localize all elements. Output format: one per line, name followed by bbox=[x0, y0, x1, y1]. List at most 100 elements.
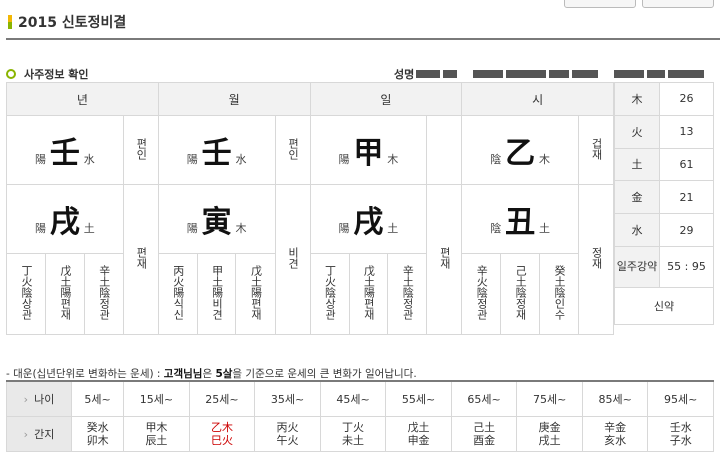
strength-label: 일주강약 bbox=[614, 245, 660, 288]
daewoon-ganji: 戊土 申金 bbox=[385, 416, 452, 452]
hidden-stem: 丁火陰상관 bbox=[323, 265, 337, 320]
branch-cell: 陽 寅 木 bbox=[157, 184, 276, 254]
top-button-right[interactable] bbox=[642, 0, 714, 8]
branch-element: 土 bbox=[538, 222, 550, 235]
hidden-stem: 辛土陰정관 bbox=[97, 265, 111, 320]
branch-yinyang: 陽 bbox=[338, 222, 350, 235]
daewoon-age: 95세~ bbox=[647, 380, 714, 417]
page-title: 2015 신토정비결 bbox=[8, 12, 126, 32]
stem-yinyang: 陰 bbox=[490, 153, 502, 166]
stem-god: 편인 bbox=[274, 115, 311, 185]
hidden-stem: 戊土陽편재 bbox=[362, 265, 376, 320]
hidden-stem: 戊土陽편재 bbox=[249, 265, 263, 320]
stem-row: 陽 壬 水 편인 陽 壬 水 편인 陽 甲 木陰 乙 木 겁재 bbox=[6, 115, 614, 185]
saju-header-row: 년 월 일 시 bbox=[6, 82, 614, 116]
element-row: 火 13 bbox=[614, 114, 714, 149]
stem-yinyang: 陽 bbox=[338, 153, 350, 166]
hidden-stem: 丙火陽식신 bbox=[171, 265, 185, 320]
element-value: 29 bbox=[659, 213, 714, 247]
branch-char: 丑 bbox=[505, 205, 536, 240]
stem-cell: 陰 乙 木 bbox=[461, 115, 579, 185]
ganji-row-header: › 간지 bbox=[6, 416, 72, 452]
hidden-stem-row: 丁火陰상관 戊土陽편재 辛土陰정관 丙火陽식신 甲土陽비견 戊土陽편재 丁火陰상관 戊土陽편재… bbox=[6, 253, 614, 335]
branch-row: 陽 戌 土 편재 陽 寅 木 비견 陽 戌 土 편재 陰 丑 土 정재 bbox=[6, 184, 614, 335]
daewoon-age: 25세~ bbox=[188, 380, 256, 417]
stem-element: 木 bbox=[387, 153, 399, 166]
daewoon-ganji: 丁火 未土 bbox=[319, 416, 387, 452]
age-row: › 나이 5세~ 15세~ 25세~ 35세~ 45세~ 55세~ 65세~ 75세~ 85세~ 9… bbox=[6, 380, 714, 417]
branch-char: 寅 bbox=[201, 205, 232, 240]
saju-table: 년 월 일 시 陽 壬 水 편인 陽 壬 水 편인 陽 甲 木陰 乙 木 겁재 陽 戌 土편… bbox=[6, 82, 614, 335]
element-label: 水 bbox=[614, 213, 660, 247]
branch-element: 木 bbox=[235, 222, 247, 235]
hidden-stem: 辛火陰정관 bbox=[475, 265, 489, 320]
daewoon-age: 75세~ bbox=[516, 380, 583, 417]
top-button-left[interactable] bbox=[564, 0, 636, 8]
hidden-stem: 戊土陽편재 bbox=[58, 265, 72, 320]
stem-god: 편인 bbox=[122, 115, 159, 185]
branch-char: 戌 bbox=[49, 205, 80, 240]
branch-cell: 陰 丑 土 bbox=[461, 184, 579, 254]
title-divider bbox=[6, 38, 720, 40]
branch-cell: 陽 戌 土 bbox=[309, 184, 428, 254]
header-hour: 시 bbox=[461, 82, 614, 116]
daewoon-ganji: 辛金 亥水 bbox=[581, 416, 649, 452]
stem-god bbox=[426, 115, 463, 185]
branch-god: 편재 bbox=[426, 184, 463, 335]
daewoon-ganji: 乙木 巳火 bbox=[188, 416, 256, 452]
daewoon-age: 85세~ bbox=[581, 380, 649, 417]
ganji-row: › 간지 癸水 卯木 甲木 辰土 乙木 巳火 丙火 午火 丁火 未土 戊土 申金 己土 酉金 庚金 戌土 辛金 亥水… bbox=[6, 416, 714, 452]
hidden-stem: 甲土陽비견 bbox=[210, 265, 224, 320]
daewoon-age: 5세~ bbox=[70, 380, 125, 417]
element-label: 火 bbox=[614, 114, 660, 149]
element-row: 水 29 bbox=[614, 213, 714, 247]
branch-char: 戌 bbox=[353, 205, 384, 240]
section-header: 사주정보 확인 bbox=[6, 66, 89, 82]
branch-god: 비견 bbox=[274, 184, 311, 335]
daewoon-age: 35세~ bbox=[254, 380, 321, 417]
stem-element: 木 bbox=[538, 153, 550, 166]
element-label: 土 bbox=[614, 147, 660, 182]
hidden-stem: 癸土陰인수 bbox=[552, 265, 566, 320]
stem-god: 겁재 bbox=[578, 115, 614, 185]
daewoon-ganji: 壬水 子水 bbox=[647, 416, 714, 452]
hidden-stem: 己土陰정재 bbox=[514, 265, 528, 320]
stem-cell: 陽 壬 水 bbox=[6, 115, 124, 185]
branch-yinyang: 陽 bbox=[35, 222, 47, 235]
header-day: 일 bbox=[309, 82, 463, 116]
strength-row: 일주강약 55 : 95 bbox=[614, 245, 714, 288]
daewoon-note: - 대운(십년단위로 변화하는 운세) : 고객님님은 5살을 기준으로 운세의… bbox=[6, 368, 417, 380]
five-elements-table: 木 26 火 13 土 61 金 21 水 29 일주강약 55 : 95 신약 bbox=[614, 82, 714, 325]
stem-yinyang: 陽 bbox=[35, 153, 47, 166]
title-bar-icon bbox=[8, 15, 12, 29]
stem-char: 壬 bbox=[201, 136, 232, 171]
branch-element: 土 bbox=[387, 222, 399, 235]
element-value: 13 bbox=[659, 114, 714, 149]
age-row-header: › 나이 bbox=[6, 380, 72, 417]
redacted-name bbox=[416, 70, 705, 78]
branch-cell: 陽 戌 土 bbox=[6, 184, 124, 254]
branch-yinyang: 陽 bbox=[186, 222, 198, 235]
daewoon-age: 55세~ bbox=[385, 380, 452, 417]
header-month: 월 bbox=[157, 82, 311, 116]
element-label: 木 bbox=[614, 82, 660, 116]
strength-result: 신약 bbox=[614, 286, 714, 325]
branch-god: 정재 bbox=[578, 184, 614, 335]
chevron-right-icon: › bbox=[23, 393, 29, 406]
stem-element: 水 bbox=[235, 153, 247, 166]
stem-char: 壬 bbox=[49, 136, 80, 171]
element-row: 金 21 bbox=[614, 180, 714, 215]
element-label: 金 bbox=[614, 180, 660, 215]
daewoon-age: 15세~ bbox=[123, 380, 190, 417]
stem-cell: 陽 甲 木 bbox=[309, 115, 428, 185]
strength-value: 55 : 95 bbox=[659, 245, 714, 288]
strength-result-row: 신약 bbox=[614, 286, 714, 325]
hidden-stems: 丁火陰상관 戊土陽편재 辛土陰정관 bbox=[309, 253, 428, 335]
header-year: 년 bbox=[6, 82, 159, 116]
daewoon-ganji: 丙火 午火 bbox=[254, 416, 321, 452]
element-value: 61 bbox=[659, 147, 714, 182]
hidden-stem: 辛土陰정관 bbox=[401, 265, 415, 320]
stem-char: 乙 bbox=[505, 136, 536, 171]
element-value: 26 bbox=[659, 82, 714, 116]
element-row: 土 61 bbox=[614, 147, 714, 182]
